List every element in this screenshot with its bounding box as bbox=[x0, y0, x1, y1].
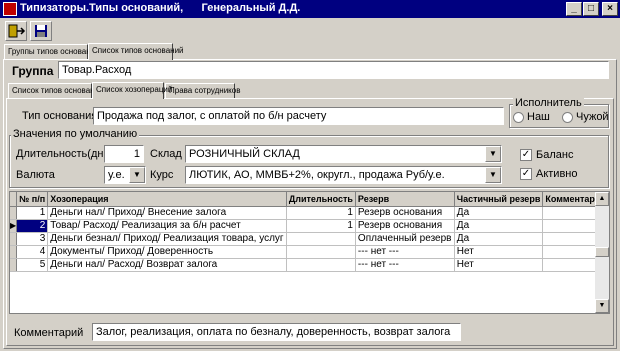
comment-field[interactable]: Залог, реализация, оплата по безналу, до… bbox=[92, 323, 461, 341]
title-bar: Типизаторы.Типы оснований, Генеральный Д… bbox=[0, 0, 620, 18]
chevron-down-icon[interactable]: ▼ bbox=[485, 146, 501, 162]
warehouse-value: РОЗНИЧНЫЙ СКЛАД bbox=[189, 148, 300, 160]
scroll-up-icon[interactable]: ▲ bbox=[595, 192, 609, 206]
type-basis-field[interactable]: Продажа под залог, с оплатой по б/н расч… bbox=[93, 107, 504, 125]
exit-icon bbox=[8, 24, 26, 38]
column-header[interactable]: Длительность bbox=[286, 192, 356, 207]
row-indicator bbox=[10, 245, 18, 259]
cell[interactable] bbox=[286, 232, 356, 246]
app-icon bbox=[3, 2, 17, 16]
chevron-down-icon[interactable]: ▼ bbox=[129, 167, 145, 183]
scroll-down-icon[interactable]: ▼ bbox=[595, 299, 609, 313]
balance-checkbox[interactable]: ✓ bbox=[520, 149, 532, 161]
currency-value: у.е. bbox=[108, 169, 125, 181]
save-icon bbox=[35, 25, 47, 37]
cell[interactable]: --- нет --- bbox=[355, 258, 455, 272]
cell[interactable]: Деньги нал/ Приход/ Внесение залога bbox=[47, 206, 287, 220]
currency-label: Валюта bbox=[16, 169, 55, 181]
cell[interactable] bbox=[286, 258, 356, 272]
scroll-thumb[interactable] bbox=[595, 247, 609, 257]
type-basis-label: Тип основания bbox=[22, 110, 98, 122]
currency-select[interactable]: у.е. ▼ bbox=[104, 166, 146, 184]
cell[interactable]: Резерв основания bbox=[355, 219, 455, 233]
exit-button[interactable] bbox=[5, 21, 27, 41]
tab-rights[interactable]: Права сотрудников bbox=[165, 83, 240, 99]
cell[interactable]: 4 bbox=[16, 245, 49, 259]
chevron-down-icon[interactable]: ▼ bbox=[485, 167, 501, 183]
defaults-legend: Значения по умолчанию bbox=[11, 128, 140, 140]
cell[interactable]: Товар/ Расход/ Реализация за б/н расчет bbox=[47, 219, 287, 233]
cell[interactable]: 3 bbox=[16, 232, 49, 246]
row-indicator bbox=[10, 232, 18, 246]
radio-ours[interactable] bbox=[513, 112, 524, 123]
cell[interactable]: Да bbox=[454, 232, 544, 246]
table-row[interactable]: 4 Документы/ Приход/ Доверенность --- не… bbox=[10, 245, 609, 259]
tab-types[interactable]: Список типов оснований bbox=[8, 83, 104, 99]
header-indicator bbox=[10, 192, 18, 207]
column-header[interactable]: Частичный резерв bbox=[454, 192, 544, 207]
group-field[interactable]: Товар.Расход bbox=[58, 61, 609, 79]
row-indicator bbox=[10, 258, 18, 272]
table-row[interactable]: 3 Деньги безнал/ Приход/ Реализация това… bbox=[10, 232, 609, 246]
tab-types-list[interactable]: Список типов оснований bbox=[88, 43, 184, 60]
table-row[interactable]: ▶ 2 Товар/ Расход/ Реализация за б/н рас… bbox=[10, 219, 609, 233]
column-header[interactable]: Резерв bbox=[355, 192, 455, 207]
cell[interactable]: Документы/ Приход/ Доверенность bbox=[47, 245, 287, 259]
vertical-scrollbar[interactable]: ▲ ▼ bbox=[595, 192, 609, 313]
radio-foreign[interactable] bbox=[562, 112, 573, 123]
table-row[interactable]: 5 Деньги нал/ Расход/ Возврат залога ---… bbox=[10, 258, 609, 272]
close-button[interactable]: × bbox=[602, 2, 618, 16]
comment-label: Комментарий bbox=[14, 327, 84, 339]
current-row-arrow-icon: ▶ bbox=[10, 219, 18, 233]
radio-foreign-label: Чужой bbox=[576, 111, 609, 123]
cell[interactable]: Резерв основания bbox=[355, 206, 455, 220]
maximize-button[interactable]: □ bbox=[583, 2, 599, 16]
cell[interactable]: Да bbox=[454, 219, 544, 233]
cell[interactable]: 1 bbox=[286, 219, 356, 233]
operations-grid[interactable]: № п/п Хозоперация Длительность Резерв Ча… bbox=[9, 191, 610, 314]
minimize-button[interactable]: _ bbox=[566, 2, 582, 16]
rate-value: ЛЮТИК, АО, ММВБ+2%, округл., продажа Руб… bbox=[189, 169, 445, 181]
cell[interactable]: Оплаченный резерв bbox=[355, 232, 455, 246]
cell[interactable]: 2 bbox=[16, 219, 49, 233]
radio-ours-label: Наш bbox=[527, 111, 550, 123]
cell[interactable]: 5 bbox=[16, 258, 49, 272]
duration-field[interactable]: 1 bbox=[104, 145, 144, 163]
window-title: Типизаторы.Типы оснований, Генеральный Д… bbox=[20, 2, 301, 14]
rate-select[interactable]: ЛЮТИК, АО, ММВБ+2%, округл., продажа Руб… bbox=[185, 166, 502, 184]
save-button[interactable] bbox=[30, 21, 52, 41]
active-label: Активно bbox=[536, 168, 578, 180]
table-row[interactable]: 1 Деньги нал/ Приход/ Внесение залога 1 … bbox=[10, 206, 609, 220]
cell[interactable]: Да bbox=[454, 206, 544, 220]
tab-groups[interactable]: Группы типов оснований bbox=[4, 44, 100, 60]
rate-label: Курс bbox=[150, 169, 174, 181]
cell[interactable]: Нет bbox=[454, 245, 544, 259]
tab-operations[interactable]: Список хозопераций bbox=[92, 82, 172, 99]
cell[interactable] bbox=[286, 245, 356, 259]
cell[interactable]: 1 bbox=[286, 206, 356, 220]
cell[interactable]: Деньги безнал/ Приход/ Реализация товара… bbox=[47, 232, 287, 246]
duration-label: Длительность(дн. bbox=[16, 148, 107, 160]
cell[interactable]: --- нет --- bbox=[355, 245, 455, 259]
cell[interactable]: Деньги нал/ Расход/ Возврат залога bbox=[47, 258, 287, 272]
cell[interactable]: 1 bbox=[16, 206, 49, 220]
executor-legend: Исполнитель bbox=[513, 97, 584, 109]
group-label: Группа bbox=[12, 64, 54, 78]
warehouse-select[interactable]: РОЗНИЧНЫЙ СКЛАД ▼ bbox=[185, 145, 502, 163]
cell[interactable]: Нет bbox=[454, 258, 544, 272]
column-header[interactable]: Хозоперация bbox=[47, 192, 287, 207]
column-header[interactable]: № п/п bbox=[16, 192, 49, 207]
warehouse-label: Склад bbox=[150, 148, 182, 160]
row-indicator bbox=[10, 206, 18, 220]
balance-label: Баланс bbox=[536, 149, 574, 161]
active-checkbox[interactable]: ✓ bbox=[520, 168, 532, 180]
